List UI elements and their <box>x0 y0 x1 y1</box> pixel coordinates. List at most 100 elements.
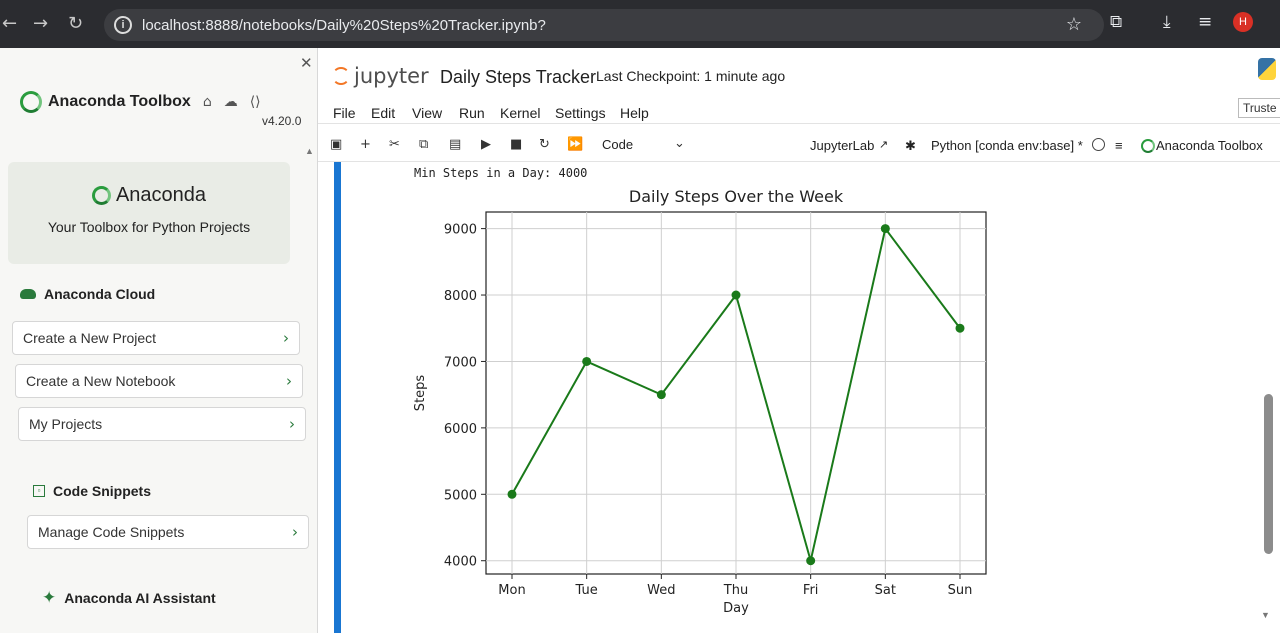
button-label: Manage Code Snippets <box>38 524 185 540</box>
home-icon[interactable]: ⌂ <box>203 94 212 110</box>
site-info-icon[interactable]: i <box>114 16 132 34</box>
menu-view[interactable]: View <box>412 105 442 121</box>
my-projects-button[interactable]: My Projects › <box>18 407 306 441</box>
y-tick-label: 9000 <box>444 223 477 238</box>
menu-run[interactable]: Run <box>459 105 485 121</box>
brand-tagline: Your Toolbox for Python Projects <box>47 219 251 235</box>
cell-output-text: Min Steps in a Day: 4000 <box>414 166 588 180</box>
external-link-icon[interactable]: ↗ <box>879 138 888 151</box>
address-bar[interactable]: i localhost:8888/notebooks/Daily%20Steps… <box>104 9 1104 41</box>
kernel-status-icon <box>1092 138 1105 151</box>
save-icon[interactable]: ▣ <box>330 137 342 152</box>
toolbox-version: v4.20.0 <box>262 114 302 128</box>
cell-type-select[interactable]: Code <box>602 137 633 152</box>
steps-line-chart: 4000 5000 6000 7000 8000 9000 Mon Tue Wed Thu Fri S… <box>413 187 987 616</box>
x-tick-label: Thu <box>723 583 748 598</box>
anaconda-toolbox-button[interactable]: Anaconda Toolbox <box>1141 138 1263 153</box>
notebook-title[interactable]: Daily Steps Tracker <box>440 67 596 88</box>
debugger-icon[interactable]: ✱ <box>905 138 916 154</box>
data-point <box>955 323 965 333</box>
jupyter-app: ✕ Anaconda Toolbox ⌂ ☁ ⟨⟩ v4.20.0 ▲ ▼ An… <box>0 48 1280 633</box>
cloud-section-header: Anaconda Cloud <box>20 286 155 302</box>
notebook-header: jupyter Daily Steps Tracker Last Checkpo… <box>318 48 1280 94</box>
menu-edit[interactable]: Edit <box>371 105 395 121</box>
cloud-icon[interactable]: ☁ <box>224 94 238 110</box>
chevron-right-icon: › <box>286 372 292 390</box>
button-label: Create a New Notebook <box>26 373 176 389</box>
button-label: My Projects <box>29 416 103 432</box>
anaconda-logo-icon <box>1141 138 1155 153</box>
menu-file[interactable]: File <box>333 105 356 121</box>
jupyterlab-link[interactable]: JupyterLab <box>810 138 874 153</box>
extensions-icon[interactable]: ⧉ <box>1110 12 1122 32</box>
snippets-section-label: Code Snippets <box>53 483 152 499</box>
menu-help[interactable]: Help <box>620 105 649 121</box>
create-notebook-button[interactable]: Create a New Notebook › <box>15 364 303 398</box>
jupyter-logo-icon <box>332 67 350 85</box>
download-icon[interactable]: ⤓ <box>1163 12 1171 32</box>
paste-icon[interactable]: ▤ <box>449 137 461 152</box>
data-point <box>582 356 592 366</box>
x-tick-label: Fri <box>803 583 819 598</box>
anaconda-logo-icon <box>20 91 42 113</box>
data-point <box>507 489 517 499</box>
y-tick-label: 5000 <box>444 488 477 503</box>
notebook-scrollbar[interactable] <box>1264 394 1273 554</box>
stop-icon[interactable]: ■ <box>510 137 522 152</box>
x-tick-label: Sun <box>948 583 973 598</box>
kernel-name[interactable]: Python [conda env:base] * <box>931 138 1083 153</box>
bookmark-star-icon[interactable]: ☆ <box>1066 14 1082 35</box>
scroll-up-icon[interactable]: ▲ <box>305 146 314 156</box>
cut-icon[interactable]: ✂ <box>389 137 400 152</box>
python-logo-icon <box>1258 58 1276 80</box>
chart-title: Daily Steps Over the Week <box>629 187 844 206</box>
brand-name: Anaconda <box>8 184 290 207</box>
code-icon[interactable]: ⟨⟩ <box>250 94 261 110</box>
run-icon[interactable]: ▶ <box>481 137 491 152</box>
restart-icon[interactable]: ↻ <box>539 137 550 152</box>
toolbox-title: Anaconda Toolbox <box>48 93 191 110</box>
reload-icon[interactable]: ↻ <box>68 14 83 34</box>
snippet-icon: ▫ <box>33 485 45 497</box>
y-tick-label: 8000 <box>444 289 477 304</box>
y-tick-label: 7000 <box>444 355 477 370</box>
create-project-button[interactable]: Create a New Project › <box>12 321 300 355</box>
brand-name-text: Anaconda <box>115 184 207 206</box>
menu-settings[interactable]: Settings <box>555 105 606 121</box>
profile-avatar[interactable]: H <box>1233 12 1253 32</box>
data-point <box>731 290 741 300</box>
back-icon[interactable]: ← <box>2 14 17 34</box>
menu-kernel[interactable]: Kernel <box>500 105 540 121</box>
anaconda-logo-icon <box>91 186 111 205</box>
scroll-down-icon[interactable]: ▼ <box>1261 610 1270 620</box>
url-text[interactable]: localhost:8888/notebooks/Daily%20Steps%2… <box>142 17 546 34</box>
close-icon[interactable]: ✕ <box>300 54 313 72</box>
manage-snippets-button[interactable]: Manage Code Snippets › <box>27 515 309 549</box>
x-tick-label: Wed <box>647 583 675 598</box>
forward-icon[interactable]: → <box>33 14 48 34</box>
chevron-right-icon: › <box>289 415 295 433</box>
media-control-icon[interactable]: ≡ <box>1198 12 1212 32</box>
y-tick-label: 4000 <box>444 555 477 570</box>
trusted-indicator[interactable]: Truste <box>1238 98 1280 118</box>
jupyter-logo[interactable]: jupyter <box>332 64 429 88</box>
data-point <box>656 390 666 400</box>
brand-card: Anaconda Your Toolbox for Python Project… <box>8 162 290 264</box>
data-point <box>880 224 890 234</box>
chevron-right-icon: › <box>283 329 289 347</box>
x-axis-label: Day <box>723 601 749 616</box>
toolbox-header: Anaconda Toolbox ⌂ ☁ ⟨⟩ <box>20 91 261 113</box>
copy-icon[interactable]: ⧉ <box>419 137 428 152</box>
x-tick-label: Tue <box>575 583 598 598</box>
x-tick-label: Sat <box>875 583 896 598</box>
checkpoint-status: Last Checkpoint: 1 minute ago <box>596 68 786 84</box>
fast-forward-icon[interactable]: ⏩ <box>567 137 583 152</box>
active-cell-indicator[interactable] <box>334 162 341 633</box>
y-axis-label: Steps <box>413 375 428 412</box>
chevron-down-icon[interactable]: ⌄ <box>674 135 685 151</box>
ai-section-label: Anaconda AI Assistant <box>64 590 216 606</box>
add-cell-icon[interactable]: + <box>360 137 371 152</box>
menu-icon[interactable]: ≡ <box>1115 138 1123 153</box>
notebook-panel: jupyter Daily Steps Tracker Last Checkpo… <box>318 48 1280 633</box>
data-point <box>806 556 816 566</box>
